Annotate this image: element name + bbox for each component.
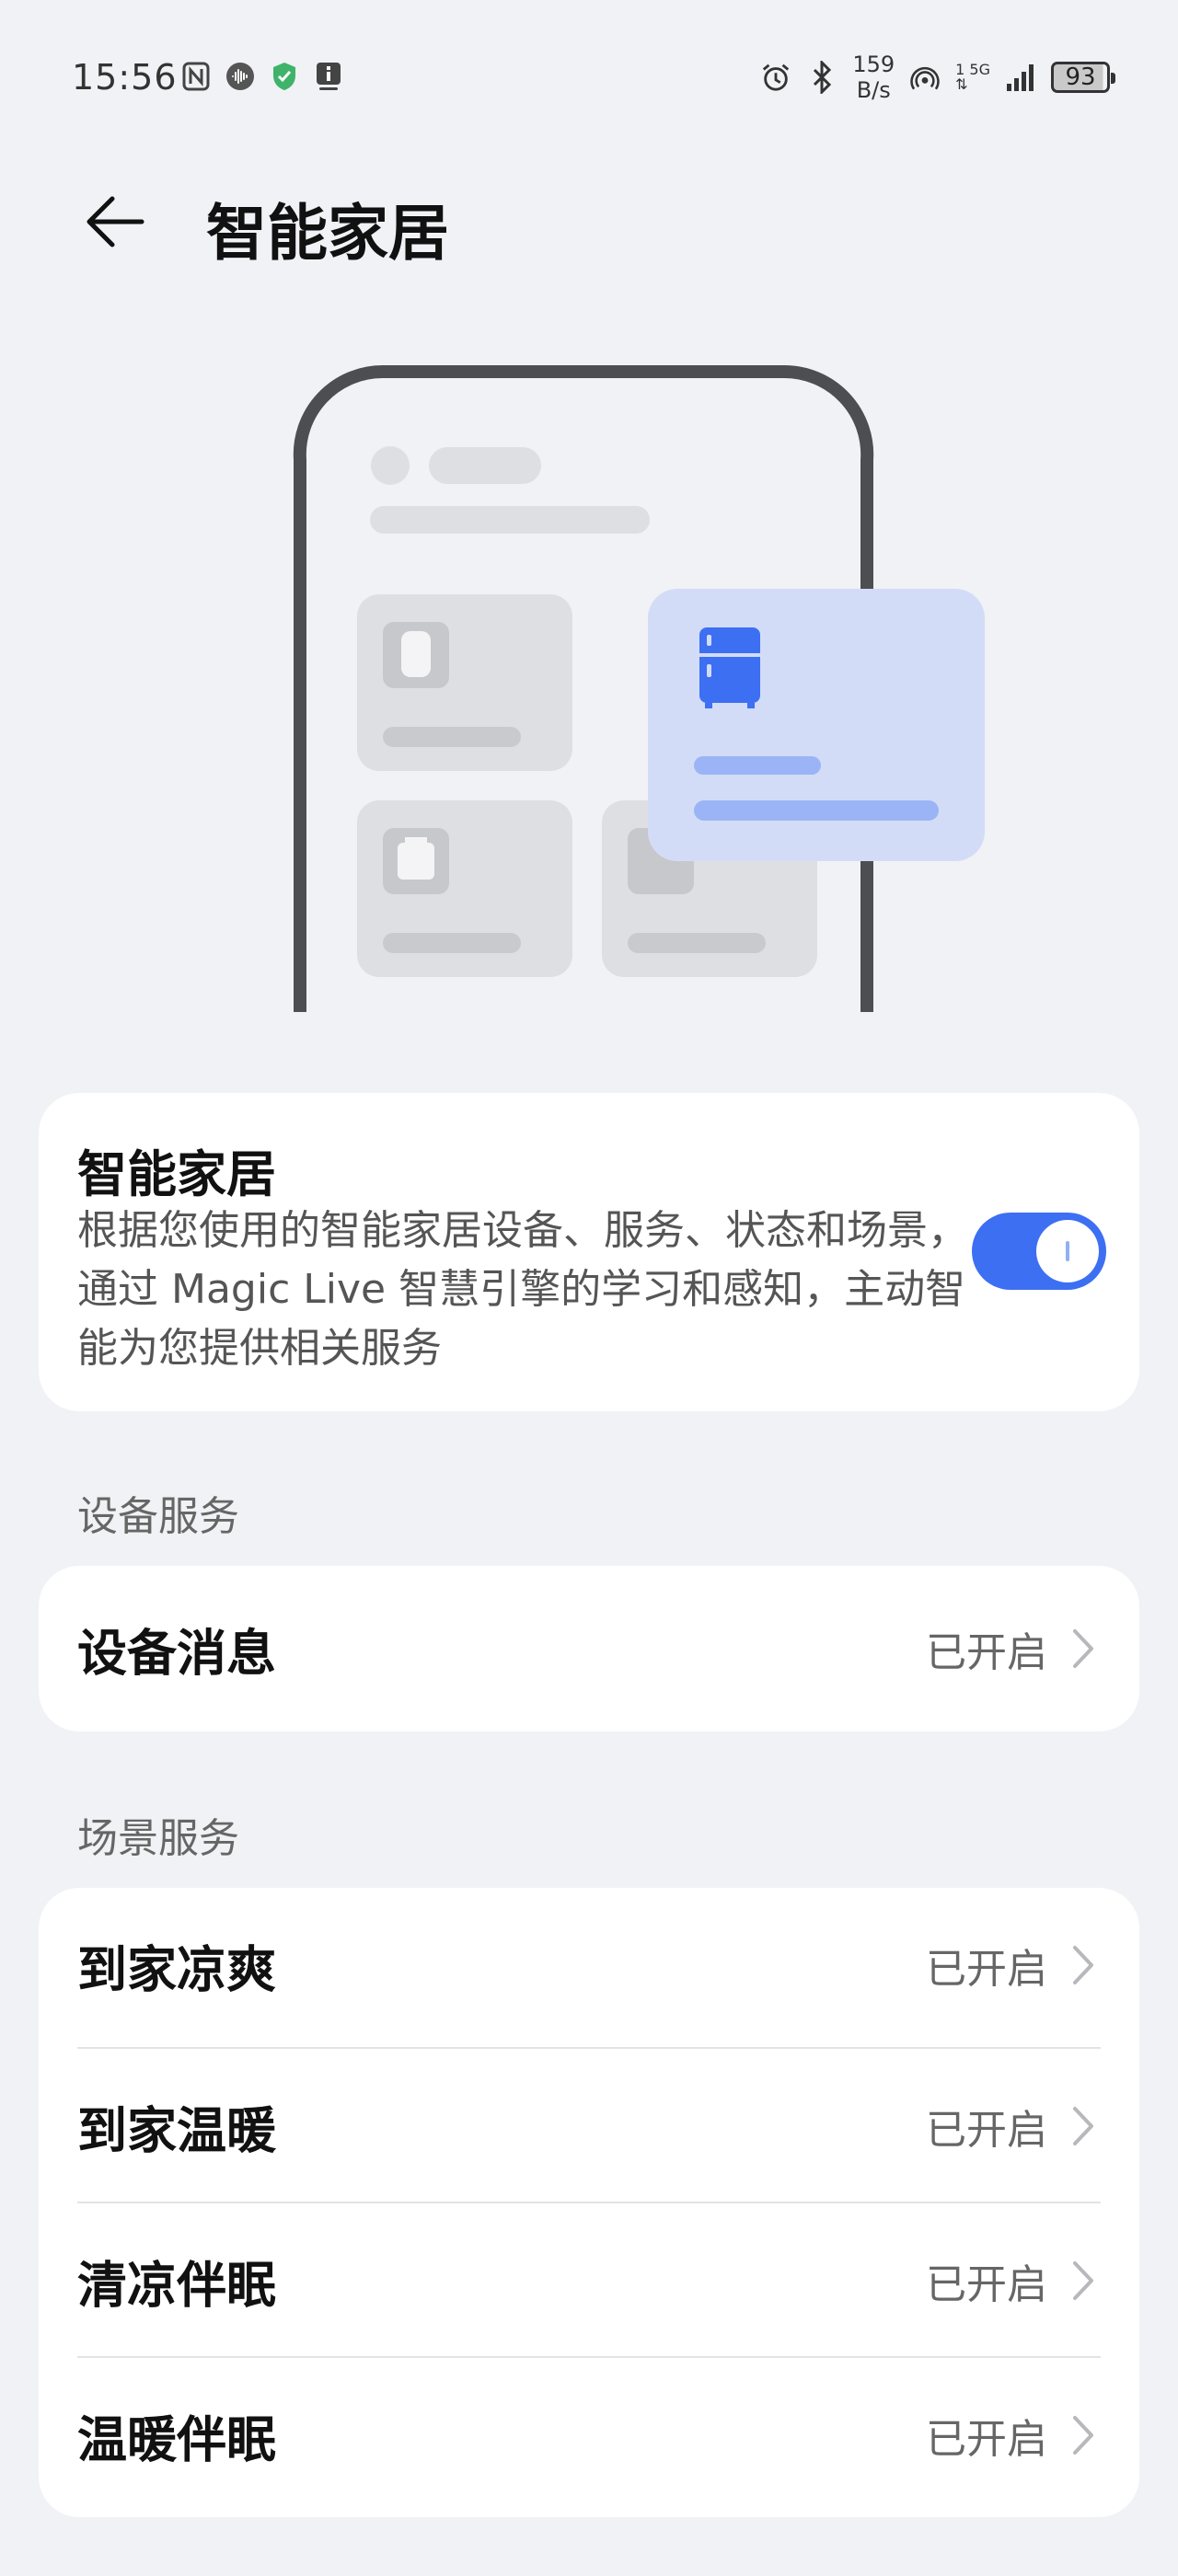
row-label: 温暖伴眠: [77, 2410, 276, 2469]
settings-row-home-warm[interactable]: 到家温暖 已开启: [39, 2049, 1139, 2203]
signal-icon: [1005, 62, 1036, 93]
row-status: 已开启: [926, 2416, 1047, 2463]
settings-row-warm-sleep[interactable]: 温暖伴眠 已开启: [39, 2358, 1139, 2513]
section-label-device-services: 设备服务: [77, 1493, 239, 1540]
chevron-right-icon: [1073, 1629, 1093, 1668]
settings-row-cool-sleep[interactable]: 清凉伴眠 已开启: [39, 2203, 1139, 2358]
page-title: 智能家居: [206, 198, 449, 269]
smart-home-card: 智能家居 根据您使用的智能家居设备、服务、状态和场景，通过 Magic Live…: [39, 1093, 1139, 1411]
bluetooth-icon: [806, 61, 837, 94]
back-button[interactable]: [74, 180, 156, 263]
fridge-icon: [699, 627, 760, 708]
smart-home-card-title: 智能家居: [77, 1145, 276, 1203]
shield-check-icon: [269, 61, 300, 92]
settings-row-home-cool[interactable]: 到家凉爽 已开启: [39, 1888, 1139, 2042]
battery-indicator: 93: [1051, 62, 1115, 93]
row-label: 到家凉爽: [77, 1940, 276, 1999]
row-status: 已开启: [926, 1946, 1047, 1993]
status-bar: 15:56 159 B/s 1 5G ⇅ 93: [0, 0, 1178, 156]
smart-home-toggle[interactable]: [972, 1213, 1106, 1290]
alarm-icon: [760, 62, 791, 93]
device-services-card: 设备消息 已开启: [39, 1566, 1139, 1731]
hotspot-icon: [909, 62, 941, 93]
chevron-right-icon: [1073, 2107, 1093, 2145]
status-time: 15:56: [72, 57, 178, 98]
nfc-icon: [180, 61, 212, 92]
toggle-knob: [1036, 1220, 1099, 1282]
info-badge-icon: [313, 61, 344, 92]
chevron-right-icon: [1073, 2261, 1093, 2300]
settings-row-device-messages[interactable]: 设备消息 已开启: [39, 1571, 1139, 1726]
section-label-scene-services: 场景服务: [77, 1815, 239, 1862]
status-left-icons: [180, 61, 344, 92]
row-label: 设备消息: [77, 1624, 276, 1683]
chevron-right-icon: [1073, 2416, 1093, 2455]
network-speed: 159 B/s: [852, 52, 895, 103]
app-header: 智能家居: [0, 156, 1178, 285]
row-status: 已开启: [926, 1629, 1047, 1676]
smart-home-illustration: [276, 359, 1012, 1012]
network-type: 1 5G ⇅: [955, 61, 990, 93]
row-status: 已开启: [926, 2107, 1047, 2154]
audio-wave-icon: [225, 61, 256, 92]
status-right: 159 B/s 1 5G ⇅ 93: [760, 52, 1115, 103]
arrow-left-icon: [87, 196, 144, 247]
scene-services-card: 到家凉爽 已开启 到家温暖 已开启 清凉伴眠 已开启 温暖伴眠 已开启: [39, 1888, 1139, 2517]
chevron-right-icon: [1073, 1946, 1093, 1984]
row-status: 已开启: [926, 2261, 1047, 2308]
row-label: 清凉伴眠: [77, 2256, 276, 2315]
row-label: 到家温暖: [77, 2101, 276, 2160]
smart-home-card-description: 根据您使用的智能家居设备、服务、状态和场景，通过 Magic Live 智慧引擎…: [77, 1207, 968, 1372]
